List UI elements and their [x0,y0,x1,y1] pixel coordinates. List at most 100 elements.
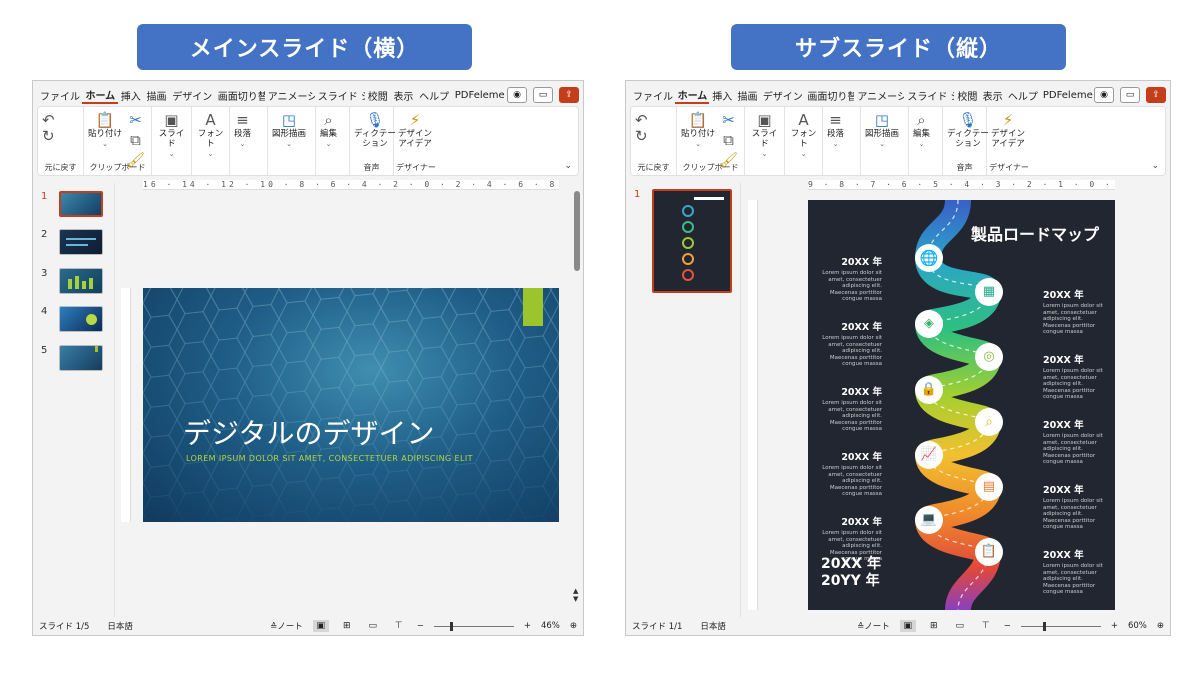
share-icon[interactable]: ⇪ [1146,87,1166,103]
undo-button[interactable]: ↶ ↻ [635,110,648,146]
tab-view[interactable]: 表示 [390,88,416,103]
copy-icon[interactable]: ⧉ [130,130,141,150]
shapes-button[interactable]: ◳ 図形描画 ⌄ [865,110,899,148]
design-ideas-button[interactable]: ⚡ デザイン アイデア [991,110,1025,150]
slide-thumbnail[interactable] [59,191,103,217]
tab-review[interactable]: 校閲 [954,88,979,103]
design-ideas-button[interactable]: ⚡ デザイン アイデア [398,110,432,150]
tab-transitions[interactable]: 画面切り替 [804,88,854,103]
slideshow-icon[interactable]: ⊤ [978,620,994,632]
redo-icon[interactable]: ↻ [635,126,648,146]
cut-icon[interactable]: ✂ [722,110,735,130]
reading-view-icon[interactable]: ▭ [365,620,381,632]
roadmap-slide[interactable]: 製品ロードマップ 🌐 ▦ ◈ ◎ 🔒 ⌕ 📈 ▤ 💻 📋 20XX 年 Lore… [808,200,1115,610]
fit-to-window-icon[interactable]: ⊕ [1157,621,1164,631]
shapes-button[interactable]: ◳ 図形描画 ⌄ [272,110,306,148]
thumbnail-item[interactable]: 3 [41,268,103,294]
zoom-in-icon[interactable]: + [524,621,531,631]
tab-animations[interactable]: アニメーショ [854,88,904,103]
slide-title[interactable]: デジタルのデザイン [183,412,434,452]
cut-icon[interactable]: ✂ [129,110,142,130]
tab-draw[interactable]: 描画 [144,88,170,103]
copy-icon[interactable]: ⧉ [723,130,734,150]
tab-file[interactable]: ファイル [630,88,675,103]
language-indicator[interactable]: 日本語 [107,620,133,632]
thumbnail-item[interactable]: 2 [41,229,103,255]
zoom-slider-knob[interactable] [449,621,453,631]
zoom-level[interactable]: 60% [1128,621,1147,631]
edit-button[interactable]: ⌕ 編集 ⌄ [913,110,930,148]
zoom-slider[interactable] [1020,621,1101,631]
tab-draw[interactable]: 描画 [735,88,760,103]
comment-icon[interactable]: ▭ [533,87,554,103]
chevron-down-icon[interactable]: ⌄ [564,161,572,171]
fit-to-window-icon[interactable]: ⊕ [570,621,577,631]
comment-icon[interactable]: ▭ [1120,87,1140,103]
normal-view-icon[interactable]: ▣ [312,620,329,632]
tab-slideshow[interactable]: スライド ショ [904,88,954,103]
vertical-scrollbar[interactable]: ▲ ▼ [573,183,581,603]
tab-help[interactable]: ヘルプ [416,88,452,103]
slide-button[interactable]: ▣ スライド ⌄ [749,110,780,158]
tab-design[interactable]: デザイン [760,88,805,103]
slide-button[interactable]: ▣ スライド ⌄ [156,110,187,158]
thumbnail-item[interactable]: 5 [41,345,103,371]
record-icon[interactable]: ◉ [507,87,528,103]
tab-home[interactable]: ホーム [674,87,710,104]
tab-view[interactable]: 表示 [980,88,1005,103]
tab-help[interactable]: ヘルプ [1005,88,1040,103]
paste-button[interactable]: 📋 貼り付け ⌄ [88,110,122,148]
thumbnail-item[interactable]: 4 [41,306,103,332]
tab-home[interactable]: ホーム [82,87,118,104]
tab-design[interactable]: デザイン [169,88,214,103]
slideshow-icon[interactable]: ⊤ [391,620,407,632]
slide-subtitle[interactable]: LOREM IPSUM DOLOR SIT AMET, CONSECTETUER… [186,454,473,463]
font-button[interactable]: A フォント ⌄ [789,110,818,158]
share-icon[interactable]: ⇪ [559,87,580,103]
zoom-out-icon[interactable]: − [417,621,424,631]
tab-file[interactable]: ファイル [37,88,82,103]
thumbnail-item[interactable]: 1 [41,191,103,217]
normal-view-icon[interactable]: ▣ [899,620,916,632]
reading-view-icon[interactable]: ▭ [952,620,968,632]
tab-insert[interactable]: 挿入 [118,88,144,103]
thumbnail-item[interactable]: 1 [634,189,732,293]
cut-copy-buttons[interactable]: ✂ ⧉ 🖌 [126,110,145,170]
redo-icon[interactable]: ↻ [42,126,55,146]
notes-button[interactable]: ≙ノート [857,620,890,632]
font-button[interactable]: A フォント ⌄ [196,110,225,158]
slide-thumbnail[interactable] [59,268,103,294]
slide-thumbnail[interactable] [59,306,103,332]
tab-slideshow[interactable]: スライド ショ [315,88,365,103]
slide-thumbnail[interactable] [59,345,103,371]
slide-thumbnail[interactable] [59,229,103,255]
tab-insert[interactable]: 挿入 [709,88,734,103]
zoom-slider[interactable] [433,621,514,631]
edit-button[interactable]: ⌕ 編集 ⌄ [320,110,337,148]
page-nav-icons[interactable]: ▲ ▼ [573,587,578,603]
chevron-down-icon[interactable]: ⌄ [1151,161,1159,171]
cut-copy-buttons[interactable]: ✂ ⧉ 🖌 [719,110,738,170]
tab-pdfelement[interactable]: PDFeleme [1040,90,1094,101]
paragraph-button[interactable]: ≡ 段落 ⌄ [234,110,251,148]
zoom-in-icon[interactable]: + [1111,621,1118,631]
tab-pdfelement[interactable]: PDFeleme [452,90,507,101]
record-icon[interactable]: ◉ [1094,87,1114,103]
dictate-button[interactable]: 🎙 ディクテー ション [354,110,396,150]
zoom-slider-knob[interactable] [1043,621,1047,631]
slide-sorter-icon[interactable]: ⊞ [926,620,942,632]
main-slide[interactable]: デジタルのデザイン LOREM IPSUM DOLOR SIT AMET, CO… [143,288,559,522]
undo-button[interactable]: ↶ ↻ [42,110,55,146]
paste-button[interactable]: 📋 貼り付け ⌄ [681,110,715,148]
slide-sorter-icon[interactable]: ⊞ [339,620,355,632]
tab-transitions[interactable]: 画面切り替 [215,88,265,103]
language-indicator[interactable]: 日本語 [700,620,726,632]
zoom-out-icon[interactable]: − [1004,621,1011,631]
tab-animations[interactable]: アニメーショ [265,88,315,103]
zoom-level[interactable]: 46% [541,621,560,631]
tab-review[interactable]: 校閲 [365,88,391,103]
notes-button[interactable]: ≙ノート [270,620,303,632]
paragraph-button[interactable]: ≡ 段落 ⌄ [827,110,844,148]
slide-thumbnail[interactable] [652,189,732,293]
scrollbar-thumb[interactable] [574,191,580,271]
